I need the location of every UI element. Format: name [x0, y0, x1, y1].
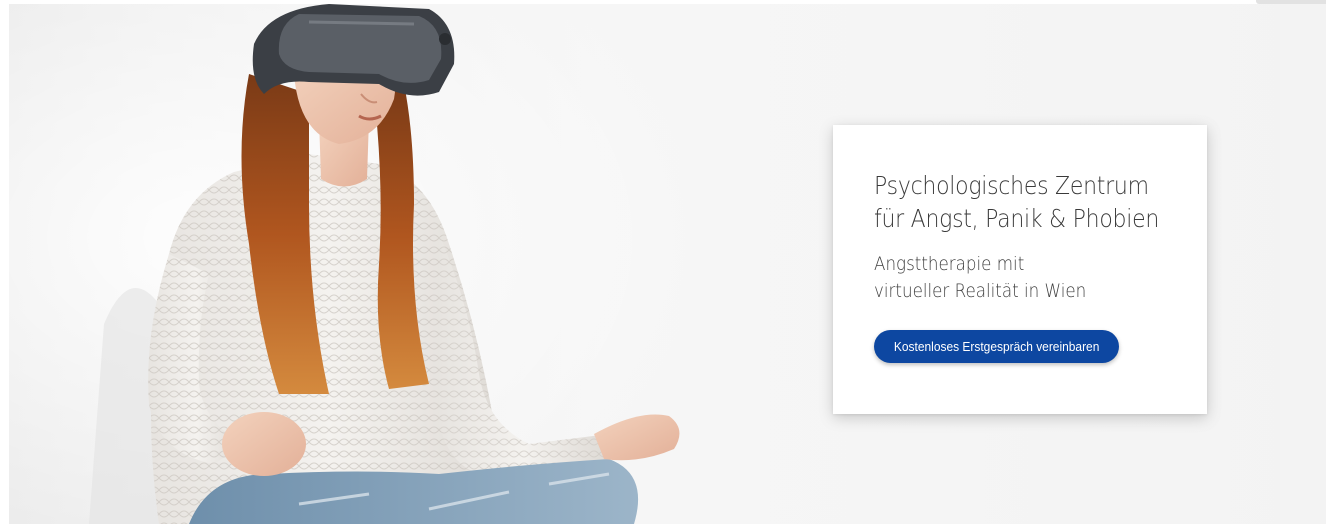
book-free-consultation-button[interactable]: Kostenloses Erstgespräch vereinbaren	[874, 330, 1120, 363]
book-free-consultation-label: Kostenloses Erstgespräch vereinbaren	[893, 339, 1100, 354]
hero-title-line-1: Psychologisches Zentrum	[874, 171, 1149, 200]
hero-title: Psychologisches Zentrum für Angst, Panik…	[874, 169, 1200, 235]
hero-subtitle: Angsttherapie mit virtueller Realität in…	[874, 251, 1156, 305]
hero-section: Psychologisches Zentrum für Angst, Panik…	[9, 4, 1326, 524]
hero-subtitle-line-2: virtueller Realität in Wien	[874, 280, 1087, 302]
hero-photo	[9, 4, 769, 524]
hero-subtitle-line-1: Angsttherapie mit	[874, 253, 1025, 275]
hero-info-card: Psychologisches Zentrum für Angst, Panik…	[833, 125, 1207, 414]
hero-title-line-2: für Angst, Panik & Phobien	[874, 204, 1160, 233]
